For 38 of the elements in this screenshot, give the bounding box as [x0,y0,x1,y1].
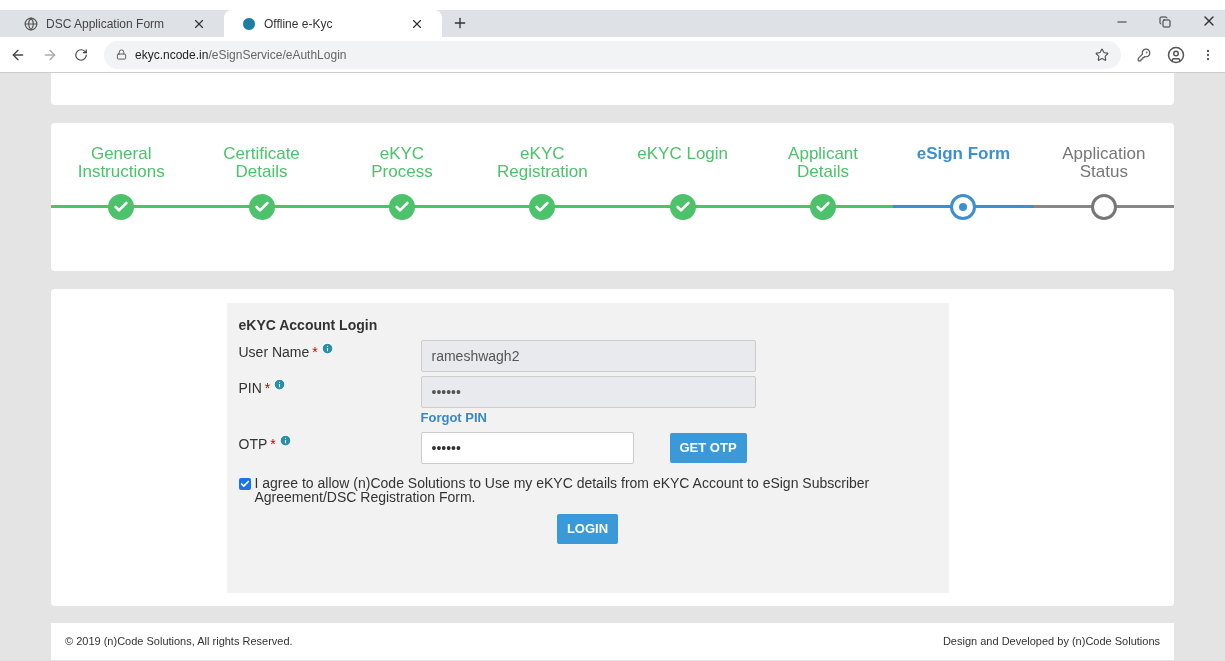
step-label: eSign Form [915,145,1012,165]
form-title: eKYC Account Login [238,316,379,335]
step-label: General Instructions [76,145,166,183]
field-label: PIN [238,379,262,398]
consent-text: I agree to allow (n)Code Solutions to Use my eKYC details from eKYC Account to eSign Subscriber Agreement/DSC Registration Form. [254,475,871,504]
tab-title: DSC Application Form [46,15,166,33]
globe-icon [24,16,38,31]
restore-icon[interactable] [1159,16,1171,28]
required-mark: * [264,379,271,398]
info-icon [320,342,334,355]
browser-tab[interactable]: Offline e-Kyc [224,10,442,37]
field-label: OTP [238,434,268,454]
required-mark: * [270,434,276,454]
step-label: eKYC Registration [495,145,589,183]
site-logo-icon [242,16,256,31]
consent-checkbox[interactable] [238,477,251,490]
step-label: eKYC Process [370,145,434,183]
address-bar[interactable]: ekyc.ncode.in/eSignService/eAuthLogin [104,40,1121,69]
profile-icon[interactable] [1167,45,1185,64]
url-text: ekyc.ncode.in/eSignService/eAuthLogin [135,46,347,64]
step-label: Certificate Details [222,145,301,183]
field-label: User Name [238,343,310,362]
browser-tab[interactable]: DSC Application Form [6,10,224,37]
info-icon [278,433,292,447]
tab-title: Offline e-Kyc [264,15,334,33]
reload-icon[interactable] [74,47,88,62]
step-label: Applicant Details [787,145,860,183]
otp-field[interactable]: •••••• [420,431,634,464]
new-tab-icon[interactable] [452,15,468,31]
step-label: eKYC Login [636,145,730,165]
required-mark: * [312,343,318,362]
bookmark-star-icon[interactable] [1095,47,1109,62]
key-icon[interactable] [1137,47,1151,62]
copyright-text: © 2019 (n)Code Solutions, All rights Reserved. [65,634,293,650]
info-icon [273,378,287,391]
step-label: Application Status [1061,145,1147,183]
credits-text: Design and Developed by (n)Code Solutions [942,634,1160,650]
lock-icon [116,49,127,60]
